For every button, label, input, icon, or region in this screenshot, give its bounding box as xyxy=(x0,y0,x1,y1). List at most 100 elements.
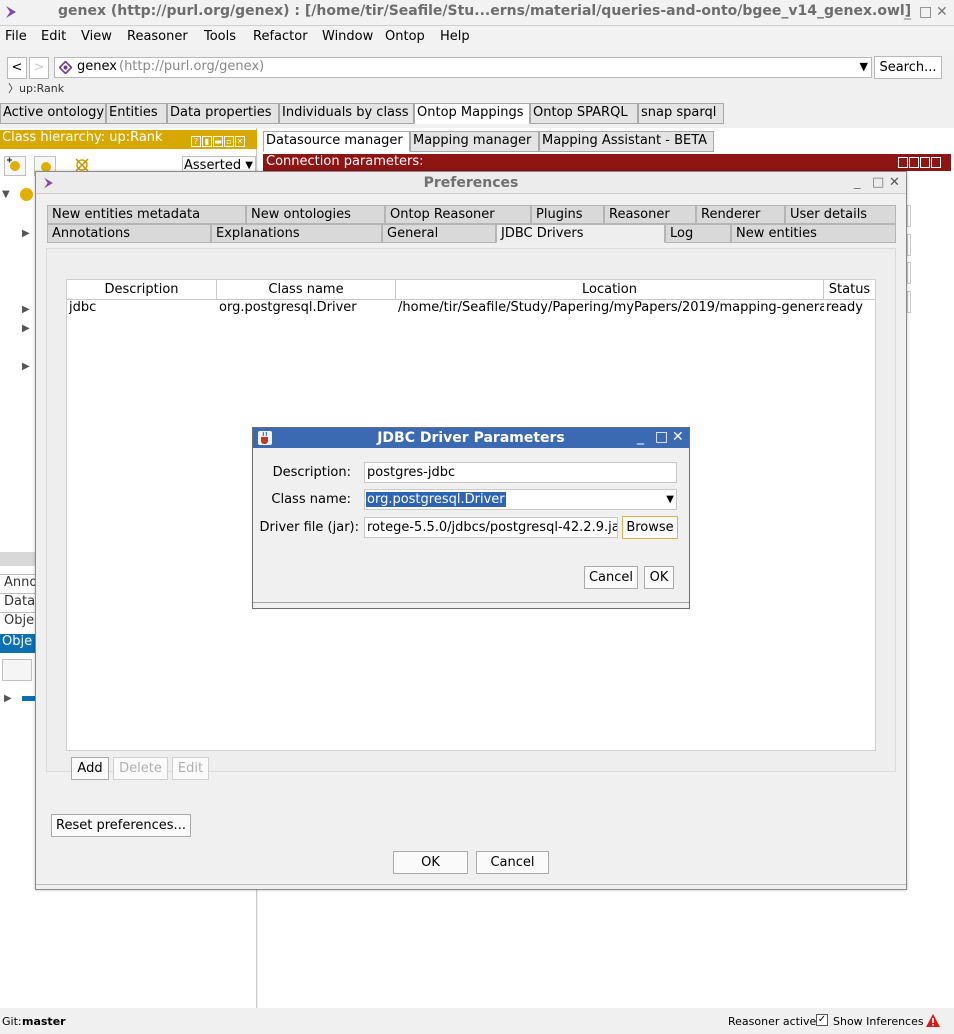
column-header-status[interactable]: Status xyxy=(824,280,875,300)
minimize-view-icon[interactable]: ▬ xyxy=(213,136,223,147)
menu-window[interactable]: Window xyxy=(322,29,373,44)
float-view-icon[interactable]: ▫ xyxy=(224,136,234,147)
chevron-down-icon[interactable]: ▼ xyxy=(860,60,868,73)
tree-expand-icon[interactable]: ▶ xyxy=(22,228,30,239)
column-header-description[interactable]: Description xyxy=(67,280,217,300)
menu-file[interactable]: File xyxy=(5,29,27,44)
peek-tab-data[interactable]: Data xyxy=(0,593,36,612)
table-row[interactable]: jdbc org.postgresql.Driver /home/tir/Sea… xyxy=(67,300,875,316)
ptab-new-entities[interactable]: New entities xyxy=(731,224,896,243)
minimize-icon[interactable]: _ xyxy=(904,4,911,20)
minimize-view-icon[interactable] xyxy=(909,157,919,168)
maximize-icon[interactable]: □ xyxy=(655,429,668,445)
class-node-icon xyxy=(20,188,33,201)
tab-snap-sparql[interactable]: snap sparql xyxy=(638,103,724,124)
tab-active-ontology[interactable]: Active ontology xyxy=(0,103,106,124)
main-tab-row: Active ontology Entities Data properties… xyxy=(0,103,954,124)
split-icon[interactable] xyxy=(898,157,908,168)
menu-help[interactable]: Help xyxy=(440,29,470,44)
class-name-select[interactable]: org.postgresql.Driver ▼ xyxy=(364,489,677,510)
ptab-plugins[interactable]: Plugins xyxy=(531,205,604,224)
help-icon[interactable]: ? xyxy=(191,136,201,147)
column-header-class-name[interactable]: Class name xyxy=(217,280,396,300)
ptab-general[interactable]: General xyxy=(382,224,496,243)
forward-button[interactable]: > xyxy=(29,57,49,79)
tree-expand-icon[interactable]: ▶ xyxy=(22,361,30,372)
add-subclass-button[interactable] xyxy=(4,156,26,176)
maximize-icon[interactable]: □ xyxy=(919,4,932,20)
chevron-down-icon: ▼ xyxy=(666,494,674,505)
maximize-icon[interactable]: □ xyxy=(872,175,884,190)
split-icon[interactable]: ▮ xyxy=(202,136,212,147)
ptab-new-entities-metadata[interactable]: New entities metadata xyxy=(47,205,246,224)
tree-expand-icon[interactable]: ▶ xyxy=(22,304,30,315)
jdbc-cancel-button[interactable]: Cancel xyxy=(584,566,638,589)
menu-ontop[interactable]: Ontop xyxy=(385,29,425,44)
add-driver-button[interactable]: Add xyxy=(71,757,109,780)
breadcrumb-arrow-icon: 〉 xyxy=(8,82,19,95)
peek-tab-annotations[interactable]: Anno xyxy=(0,574,37,593)
window-title: genex (http://purl.org/genex) : [/home/t… xyxy=(58,3,912,19)
menu-refactor[interactable]: Refactor xyxy=(253,29,308,44)
tab-ontop-sparql[interactable]: Ontop SPARQL xyxy=(530,103,638,124)
preferences-ok-button[interactable]: OK xyxy=(393,851,468,874)
ptab-annotations[interactable]: Annotations xyxy=(47,224,211,243)
ptab-renderer[interactable]: Renderer xyxy=(696,205,785,224)
tab-entities[interactable]: Entities xyxy=(106,103,167,124)
minimize-icon[interactable]: _ xyxy=(637,429,644,445)
browse-button[interactable]: Browse xyxy=(622,516,678,539)
tab-mapping-assistant[interactable]: Mapping Assistant - BETA xyxy=(539,131,714,152)
ptab-jdbc-drivers[interactable]: JDBC Drivers xyxy=(496,224,665,243)
show-inferences-label: Show Inferences xyxy=(833,1015,924,1028)
breadcrumb-item[interactable]: up:Rank xyxy=(19,82,64,95)
preferences-cancel-button[interactable]: Cancel xyxy=(476,851,549,874)
tree-expand-icon[interactable]: ▶ xyxy=(22,323,30,334)
search-button[interactable]: Search... xyxy=(874,56,942,79)
field-edge xyxy=(907,234,911,256)
tab-individuals-by-class[interactable]: Individuals by class xyxy=(279,103,414,124)
jdbc-ok-button[interactable]: OK xyxy=(644,566,674,589)
warning-icon[interactable] xyxy=(925,1013,941,1031)
status-bar: Git: master Reasoner active ✓ Show Infer… xyxy=(0,1010,954,1034)
close-view-icon[interactable]: ✕ xyxy=(235,136,245,147)
class-name-label: Class name: xyxy=(271,492,351,507)
menu-edit[interactable]: Edit xyxy=(41,29,66,44)
ptab-log[interactable]: Log xyxy=(665,224,731,243)
jdbc-dialog-title: JDBC Driver Parameters xyxy=(377,430,565,446)
cell-class-name: org.postgresql.Driver xyxy=(219,300,357,315)
reset-preferences-button[interactable]: Reset preferences... xyxy=(51,814,191,837)
ptab-ontop-reasoner[interactable]: Ontop Reasoner xyxy=(385,205,531,224)
close-view-icon[interactable] xyxy=(931,157,941,168)
tab-data-properties[interactable]: Data properties xyxy=(167,103,279,124)
ontology-selector[interactable]: genex (http://purl.org/genex) ▼ xyxy=(54,57,872,78)
float-view-icon[interactable] xyxy=(920,157,930,168)
add-property-button[interactable] xyxy=(2,659,32,681)
menu-reasoner[interactable]: Reasoner xyxy=(127,29,188,44)
close-icon[interactable]: ✕ xyxy=(936,4,948,20)
minimize-icon[interactable]: _ xyxy=(854,175,861,190)
column-header-location[interactable]: Location xyxy=(396,280,824,300)
ptab-new-ontologies[interactable]: New ontologies xyxy=(246,205,385,224)
tree-expand-icon[interactable]: ▼ xyxy=(2,189,10,200)
tree-expand-icon[interactable]: ▶ xyxy=(4,693,12,704)
close-icon[interactable]: ✕ xyxy=(889,175,900,190)
property-node-icon xyxy=(22,696,36,701)
horizontal-scrollbar[interactable] xyxy=(0,552,35,566)
tab-mapping-manager[interactable]: Mapping manager xyxy=(410,131,539,152)
ptab-reasoner[interactable]: Reasoner xyxy=(604,205,696,224)
ptab-user-details[interactable]: User details xyxy=(785,205,896,224)
show-inferences-checkbox[interactable]: ✓ xyxy=(816,1014,828,1026)
tab-datasource-manager[interactable]: Datasource manager xyxy=(263,131,410,152)
menu-tools[interactable]: Tools xyxy=(204,29,236,44)
edit-driver-button[interactable]: Edit xyxy=(172,757,209,780)
ptab-explanations[interactable]: Explanations xyxy=(211,224,382,243)
back-button[interactable]: < xyxy=(7,57,27,79)
description-field[interactable]: postgres-jdbc xyxy=(364,462,677,483)
delete-driver-button[interactable]: Delete xyxy=(113,757,168,780)
peek-tab-object[interactable]: Obje xyxy=(0,612,36,631)
close-icon[interactable]: ✕ xyxy=(672,429,684,445)
tab-ontop-mappings[interactable]: Ontop Mappings xyxy=(414,103,530,124)
driver-file-field[interactable]: rotege-5.5.0/jdbcs/postgresql-42.2.9.jar xyxy=(364,517,618,538)
menu-view[interactable]: View xyxy=(81,29,112,44)
view-controls xyxy=(898,157,941,172)
